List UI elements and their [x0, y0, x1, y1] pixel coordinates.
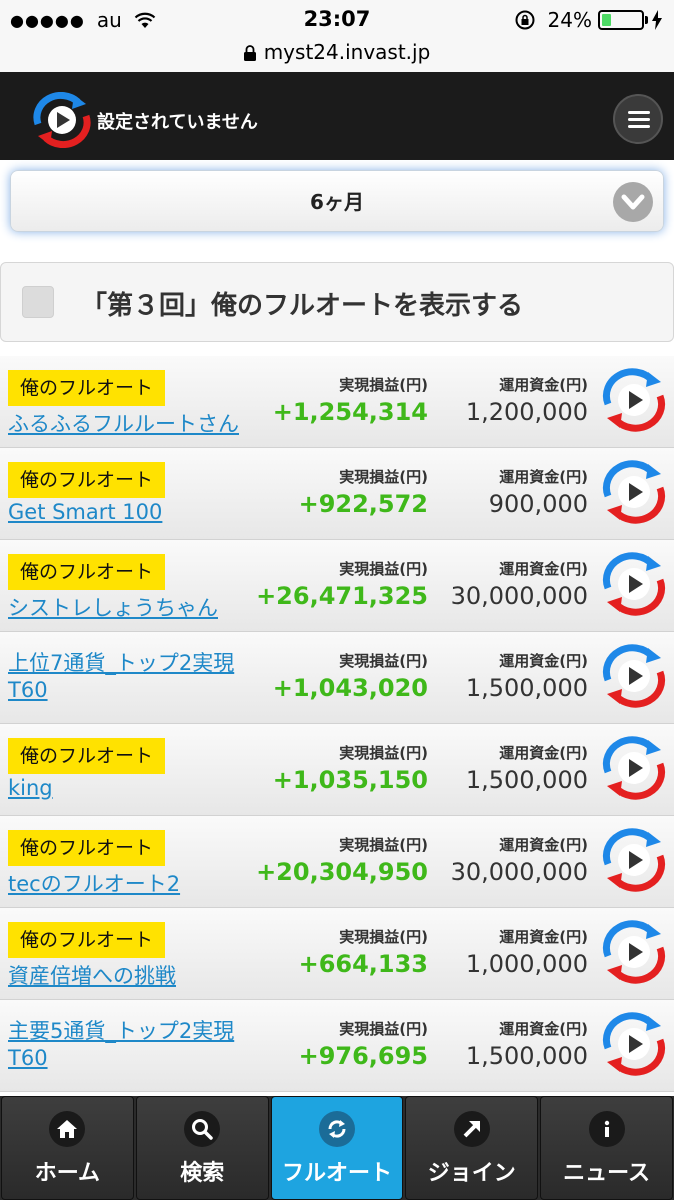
capital-label: 運用資金(円) [499, 1020, 588, 1038]
strategy-tag: 俺のフルオート [8, 370, 166, 406]
capital-label: 運用資金(円) [499, 928, 588, 946]
capital-value: 1,000,000 [465, 950, 588, 978]
tab-label: ジョイン [427, 1161, 516, 1186]
play-strategy-icon[interactable] [598, 1012, 670, 1076]
tab-label: ニュース [563, 1161, 651, 1186]
capital-label: 運用資金(円) [499, 376, 588, 394]
tab-arrow-up-right[interactable]: ジョイン [405, 1096, 539, 1200]
capital-value: 1,200,000 [465, 398, 588, 426]
bottom-tab-bar: ホーム 検索 フルオート ジョイン ニュース [0, 1096, 674, 1200]
strategy-tag: 俺のフルオート [8, 922, 166, 958]
tab-info[interactable]: ニュース [540, 1096, 673, 1200]
strategy-row[interactable]: 俺のフルオート ふるふるフルルートさん 実現損益(円) +1,254,314 運用資金(… [0, 356, 674, 448]
capital-value: 30,000,000 [450, 858, 588, 886]
tab-label: ホーム [34, 1161, 101, 1186]
profit-label: 実現損益(円) [339, 928, 428, 946]
app-header: 設定されていません [0, 72, 674, 160]
capital-label: 運用資金(円) [499, 560, 588, 578]
profit-value: +922,572 [298, 490, 428, 518]
strategy-tag: 俺のフルオート [8, 462, 166, 498]
period-selected-value: 6ヶ月 [310, 190, 364, 214]
profit-value: +664,133 [298, 950, 428, 978]
refresh-icon [318, 1111, 355, 1147]
play-strategy-icon[interactable] [598, 460, 670, 524]
strategy-name-link[interactable]: king [8, 776, 53, 800]
strategy-name-link[interactable]: 資産倍増への挑戦 [8, 960, 176, 990]
capital-value: 900,000 [488, 490, 588, 518]
capital-value: 1,500,000 [465, 1042, 588, 1070]
strategy-row[interactable]: 俺のフルオート 資産倍増への挑戦 実現損益(円) +664,133 運用資金(円) 1,0… [0, 908, 674, 1000]
play-strategy-icon[interactable] [598, 644, 670, 708]
arrow-up-right-icon [453, 1111, 490, 1147]
strategy-row[interactable]: 主要5通貨_トップ2実現T60 実現損益(円) +976,695 運用資金(円) 1,5… [0, 1000, 674, 1092]
rotation-lock-icon [515, 10, 535, 30]
strategy-row[interactable]: 俺のフルオート tecのフルオート2 実現損益(円) +20,304,950 運用資金(… [0, 816, 674, 908]
profit-label: 実現損益(円) [339, 652, 428, 670]
period-section: 6ヶ月 [0, 160, 674, 250]
profit-label: 実現損益(円) [339, 468, 428, 486]
address-bar[interactable]: myst24.invast.jp [0, 40, 674, 72]
strategy-list: 俺のフルオート ふるふるフルルートさん 実現損益(円) +1,254,314 運用資金(… [0, 356, 674, 1092]
strategy-row[interactable]: 俺のフルオート king 実現損益(円) +1,035,150 運用資金(円) 1,500… [0, 724, 674, 816]
battery-percent: 24% [547, 8, 592, 32]
filter-checkbox[interactable] [22, 286, 54, 318]
url-text: myst24.invast.jp [263, 40, 431, 64]
capital-value: 30,000,000 [450, 582, 588, 610]
capital-label: 運用資金(円) [499, 468, 588, 486]
play-strategy-icon[interactable] [598, 920, 670, 984]
search-icon [184, 1111, 221, 1147]
strategy-tag: 俺のフルオート [8, 830, 166, 866]
battery-icon [598, 10, 644, 30]
profit-label: 実現損益(円) [339, 1020, 428, 1038]
period-select[interactable]: 6ヶ月 [10, 170, 664, 232]
capital-value: 1,500,000 [465, 674, 588, 702]
strategy-tag: 俺のフルオート [8, 554, 166, 590]
strategy-name-link[interactable]: 主要5通貨_トップ2実現T60 [8, 1018, 258, 1072]
tab-home[interactable]: ホーム [1, 1096, 134, 1200]
play-strategy-icon[interactable] [598, 368, 670, 432]
profit-value: +1,035,150 [272, 766, 428, 794]
strategy-name-link[interactable]: tecのフルオート2 [8, 868, 180, 898]
filter-row[interactable]: 「第３回」俺のフルオートを表示する [0, 262, 674, 342]
profit-label: 実現損益(円) [339, 376, 428, 394]
play-strategy-icon[interactable] [598, 552, 670, 616]
lock-icon [243, 45, 256, 61]
tab-label: 検索 [180, 1161, 225, 1186]
profit-value: +26,471,325 [256, 582, 428, 610]
capital-label: 運用資金(円) [499, 836, 588, 854]
strategy-name-link[interactable]: 上位7通貨_トップ2実現T60 [8, 650, 258, 704]
strategy-name-link[interactable]: ふるふるフルルートさん [8, 408, 239, 438]
strategy-row[interactable]: 俺のフルオート シストレしょうちゃん 実現損益(円) +26,471,325 運用資金(… [0, 540, 674, 632]
hamburger-icon [628, 111, 650, 114]
profit-value: +976,695 [298, 1042, 428, 1070]
profit-value: +1,254,314 [272, 398, 428, 426]
strategy-name-link[interactable]: Get Smart 100 [8, 500, 162, 524]
strategy-row[interactable]: 上位7通貨_トップ2実現T60 実現損益(円) +1,043,020 運用資金(円) 1… [0, 632, 674, 724]
status-bar: ●●●●● au 23:07 24% [0, 0, 674, 40]
profit-label: 実現損益(円) [339, 560, 428, 578]
filter-label: 「第３回」俺のフルオートを表示する [81, 291, 524, 321]
profit-value: +20,304,950 [256, 858, 428, 886]
strategy-row[interactable]: 俺のフルオート Get Smart 100 実現損益(円) +922,572 運用資金(… [0, 448, 674, 540]
home-icon [49, 1111, 86, 1147]
capital-label: 運用資金(円) [499, 744, 588, 762]
profit-label: 実現損益(円) [339, 836, 428, 854]
strategy-name-link[interactable]: シストレしょうちゃん [8, 592, 218, 622]
charging-icon [652, 10, 662, 30]
info-icon [588, 1111, 625, 1147]
tab-label: フルオート [281, 1161, 392, 1186]
profit-label: 実現損益(円) [339, 744, 428, 762]
play-strategy-icon[interactable] [598, 736, 670, 800]
tab-search[interactable]: 検索 [135, 1096, 269, 1200]
strategy-tag: 俺のフルオート [8, 738, 166, 774]
play-strategy-icon[interactable] [598, 828, 670, 892]
capital-value: 1,500,000 [465, 766, 588, 794]
capital-label: 運用資金(円) [499, 652, 588, 670]
play-logo-icon[interactable] [28, 92, 96, 148]
profit-value: +1,043,020 [272, 674, 428, 702]
header-title: 設定されていません [97, 112, 258, 133]
menu-button[interactable] [613, 94, 663, 144]
tab-refresh[interactable]: フルオート [270, 1096, 404, 1200]
chevron-down-icon [613, 182, 653, 222]
